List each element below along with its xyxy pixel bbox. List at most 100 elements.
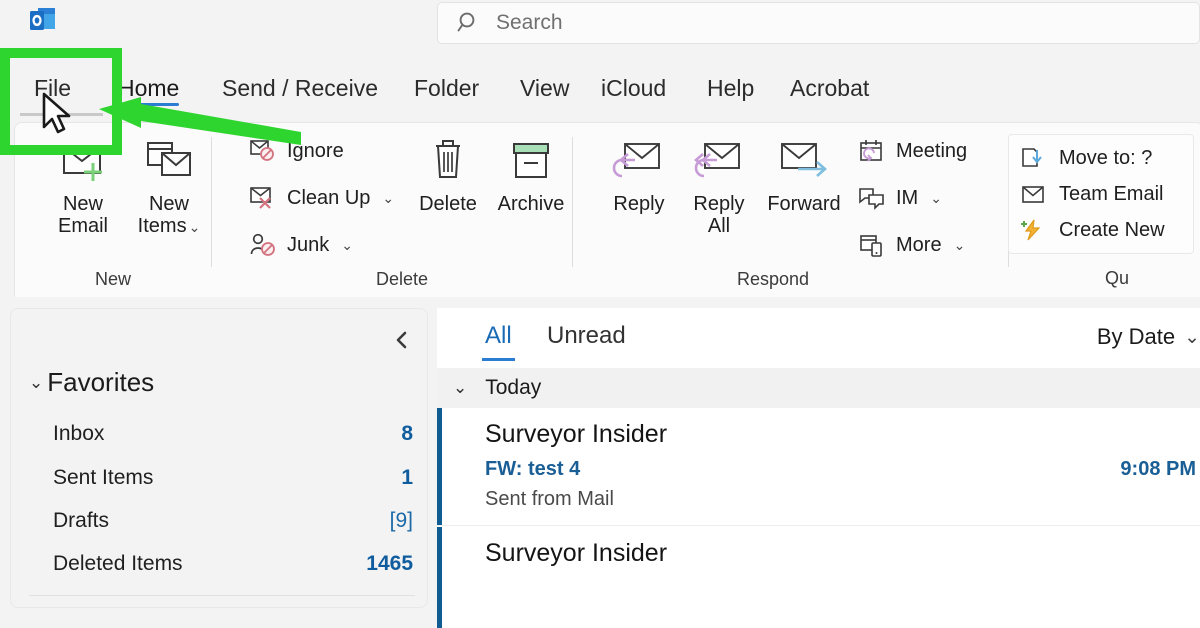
im-label: IM xyxy=(896,186,919,209)
tab-send-receive[interactable]: Send / Receive xyxy=(222,60,378,124)
ribbon-group-delete: Ignore Clean Up ⌄ Junk ⌄ Delete Archive … xyxy=(212,123,572,298)
tab-unread[interactable]: Unread xyxy=(547,322,626,350)
trash-icon xyxy=(426,133,470,189)
folder-pane: ⌄ Favorites Inbox 8 Sent Items 1 Drafts … xyxy=(10,308,428,608)
meeting-label: Meeting xyxy=(896,139,968,162)
message-group-header[interactable]: ⌄ Today xyxy=(437,368,1200,408)
reply-icon xyxy=(611,133,667,189)
quick-step-create-new-label: Create New xyxy=(1059,218,1165,241)
message-list: All Unread By Date ⌄ ⌄ Today Surveyor In… xyxy=(437,308,1200,628)
tab-help[interactable]: Help xyxy=(707,60,754,124)
quick-step-team-email[interactable]: Team Email xyxy=(1019,180,1163,208)
message-sender: Surveyor Insider xyxy=(485,539,668,567)
reply-all-button[interactable]: Reply All xyxy=(673,133,765,239)
sidebar-item-label: Inbox xyxy=(53,422,105,445)
outlook-window: Search File Home Send / Receive Folder V… xyxy=(0,0,1200,628)
sidebar-item-count: 1465 xyxy=(366,552,413,575)
reply-label: Reply xyxy=(613,193,665,215)
delete-label: Delete xyxy=(419,193,477,215)
forward-icon xyxy=(776,133,832,189)
unread-indicator xyxy=(437,527,442,628)
sort-by-dropdown[interactable]: By Date ⌄ xyxy=(1097,324,1200,350)
chevron-down-icon[interactable]: ⌄ xyxy=(382,190,394,207)
chevron-down-icon: ⌄ xyxy=(29,372,44,392)
sort-by-label: By Date xyxy=(1096,324,1176,349)
tab-home[interactable]: Home xyxy=(118,60,180,124)
search-icon xyxy=(456,10,482,36)
ribbon-tab-strip: File Home Send / Receive Folder View iCl… xyxy=(0,60,1200,124)
message-list-filter-tabs: All Unread By Date ⌄ xyxy=(437,308,1200,368)
favorites-header[interactable]: ⌄ Favorites xyxy=(29,367,154,398)
tab-icloud[interactable]: iCloud xyxy=(601,60,666,124)
chevron-down-icon[interactable]: ⌄ xyxy=(930,190,942,207)
group-label-respond: Respond xyxy=(736,269,810,289)
more-button[interactable]: More ⌄ xyxy=(858,231,965,259)
new-email-button[interactable]: New Email xyxy=(37,133,129,239)
sidebar-item-drafts[interactable]: Drafts [9] xyxy=(53,506,413,536)
team-email-icon xyxy=(1019,180,1047,208)
new-email-icon xyxy=(56,133,110,189)
tab-acrobat[interactable]: Acrobat xyxy=(790,60,869,124)
sidebar-divider xyxy=(29,595,415,596)
tab-view[interactable]: View xyxy=(520,60,569,124)
delete-button[interactable]: Delete xyxy=(402,133,494,217)
search-input[interactable]: Search xyxy=(437,2,1200,44)
meeting-icon xyxy=(858,137,886,165)
new-email-label-line2: Email xyxy=(57,215,108,237)
group-label-new: New xyxy=(94,269,131,289)
clean-up-icon xyxy=(249,184,277,212)
sidebar-item-count: 8 xyxy=(401,422,413,445)
chevron-down-icon: ⌄ xyxy=(1184,326,1200,348)
junk-label: Junk xyxy=(287,233,330,256)
tab-all[interactable]: All xyxy=(482,322,515,361)
new-items-icon xyxy=(142,133,196,189)
more-icon xyxy=(858,231,886,259)
sidebar-item-sent-items[interactable]: Sent Items 1 xyxy=(53,463,413,493)
meeting-button[interactable]: Meeting xyxy=(858,137,967,165)
unread-indicator xyxy=(437,408,442,525)
im-button[interactable]: IM ⌄ xyxy=(858,184,942,212)
sidebar-item-label: Sent Items xyxy=(53,466,154,489)
message-time: 9:08 PM xyxy=(1120,458,1196,480)
im-icon xyxy=(858,184,886,212)
ribbon-group-new: New Email New Items ⌄ New xyxy=(15,123,211,298)
move-to-icon xyxy=(1019,144,1047,172)
archive-button[interactable]: Archive xyxy=(485,133,577,217)
quick-step-move-to[interactable]: Move to: ? xyxy=(1019,144,1152,172)
chevron-down-icon[interactable]: ⌄ xyxy=(189,219,201,235)
message-sender: Surveyor Insider xyxy=(485,420,668,448)
forward-button[interactable]: Forward xyxy=(758,133,850,217)
forward-label: Forward xyxy=(767,193,841,215)
chevron-down-icon[interactable]: ⌄ xyxy=(341,237,353,254)
junk-button[interactable]: Junk ⌄ xyxy=(249,231,353,259)
archive-label: Archive xyxy=(497,193,565,215)
sidebar-item-inbox[interactable]: Inbox 8 xyxy=(53,419,413,449)
favorites-label: Favorites xyxy=(47,367,155,397)
chevron-down-icon[interactable]: ⌄ xyxy=(954,237,966,254)
clean-up-button[interactable]: Clean Up ⌄ xyxy=(249,184,394,212)
sidebar-item-label: Deleted Items xyxy=(53,552,183,575)
message-subject: FW: test 4 xyxy=(485,458,581,480)
sidebar-item-deleted-items[interactable]: Deleted Items 1465 xyxy=(53,549,413,579)
quick-step-create-new[interactable]: Create New xyxy=(1019,216,1165,244)
ignore-icon xyxy=(249,137,277,165)
chevron-down-icon[interactable]: ⌄ xyxy=(453,378,467,398)
file-tab-underline xyxy=(20,113,103,116)
create-new-icon xyxy=(1019,216,1047,244)
junk-icon xyxy=(249,231,277,259)
quick-step-move-to-label: Move to: ? xyxy=(1059,146,1153,169)
message-preview: Sent from Mail xyxy=(485,488,614,510)
collapse-pane-button[interactable] xyxy=(389,327,415,353)
sidebar-item-count: [9] xyxy=(389,509,413,532)
reply-button[interactable]: Reply xyxy=(593,133,685,217)
quick-step-team-email-label: Team Email xyxy=(1059,182,1164,205)
sidebar-item-label: Drafts xyxy=(53,509,110,532)
ignore-button[interactable]: Ignore xyxy=(249,137,344,165)
new-items-button[interactable]: New Items ⌄ xyxy=(123,133,215,240)
reply-all-label-line2: All xyxy=(707,215,731,237)
message-list-item[interactable]: Surveyor Insider xyxy=(437,527,1200,628)
ignore-label: Ignore xyxy=(287,139,344,162)
message-list-item[interactable]: Surveyor Insider FW: test 4 Sent from Ma… xyxy=(437,408,1200,526)
message-group-label: Today xyxy=(485,376,542,399)
tab-folder[interactable]: Folder xyxy=(414,60,479,124)
